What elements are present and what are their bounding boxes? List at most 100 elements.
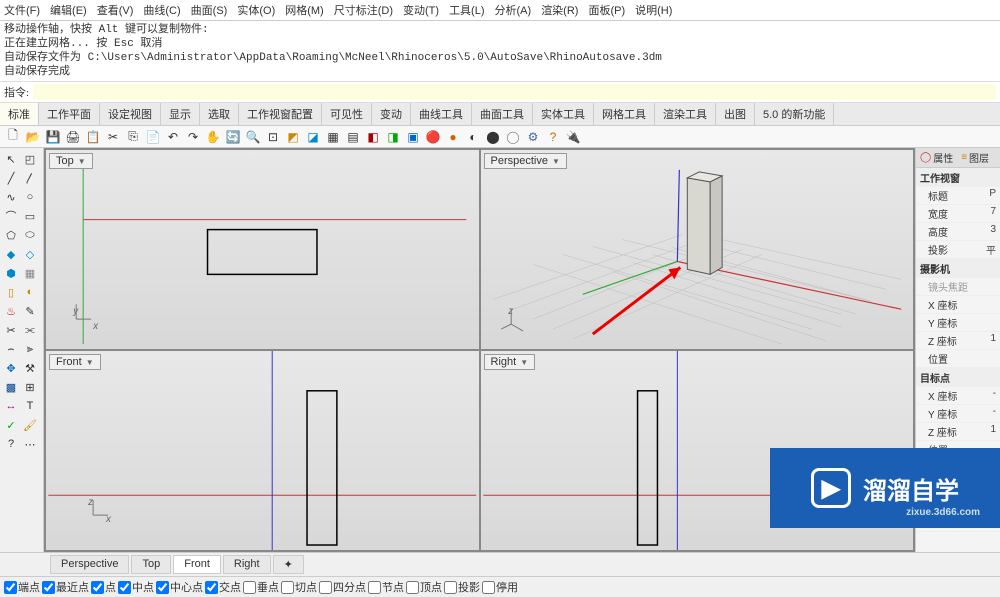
toolbar-tab[interactable]: 可见性	[322, 103, 372, 125]
solid-icon[interactable]: ⬢	[2, 264, 20, 282]
line-icon[interactable]: 〳	[21, 169, 39, 187]
osnap-item[interactable]: 端点	[4, 579, 40, 595]
cut-icon[interactable]: ✂	[104, 128, 122, 146]
osnap-item[interactable]: 点	[91, 579, 116, 595]
join-icon[interactable]: ⫘	[21, 321, 39, 339]
render-icon[interactable]: ●	[444, 128, 462, 146]
osnap-checkbox[interactable]	[406, 581, 419, 594]
menu-item[interactable]: 实体(O)	[237, 2, 275, 18]
osnap-item[interactable]: 最近点	[42, 579, 89, 595]
mesh-icon[interactable]: ▦	[21, 264, 39, 282]
ed-icon[interactable]: ✎	[21, 302, 39, 320]
cplane-icon[interactable]: ◧	[364, 128, 382, 146]
surf-icon[interactable]: ◆	[2, 245, 20, 263]
tool2-icon[interactable]: ⊞	[21, 378, 39, 396]
paint-icon[interactable]: 🖌	[21, 416, 39, 434]
osnap-checkbox[interactable]	[319, 581, 332, 594]
osnap-checkbox[interactable]	[156, 581, 169, 594]
pointer-icon[interactable]: ↖	[2, 150, 20, 168]
menu-item[interactable]: 曲面(S)	[191, 2, 228, 18]
toolbar-tab[interactable]: 曲面工具	[472, 103, 533, 125]
osnap-checkbox[interactable]	[444, 581, 457, 594]
osnap-item[interactable]: 四分点	[319, 579, 366, 595]
osnap-item[interactable]: 停用	[482, 579, 518, 595]
polygon-icon[interactable]: ⬠	[2, 226, 20, 244]
arc-icon[interactable]: ⌒	[2, 207, 20, 225]
viewport-top[interactable]: Top▼ y x	[46, 150, 479, 349]
toolbar-tab[interactable]: 变动	[372, 103, 411, 125]
osnap-checkbox[interactable]	[205, 581, 218, 594]
toolbar-tab[interactable]: 设定视图	[100, 103, 161, 125]
fillet-icon[interactable]: ⌢	[2, 340, 20, 358]
props-tab[interactable]: ◯属性	[916, 148, 957, 167]
wire-icon[interactable]: ⬤	[484, 128, 502, 146]
ghost-icon[interactable]: ◯	[504, 128, 522, 146]
que-icon[interactable]: ?	[2, 435, 20, 453]
array-icon[interactable]: ▩	[2, 378, 20, 396]
fire-icon[interactable]: ♨	[2, 302, 20, 320]
viewport-perspective[interactable]: Perspective▼	[481, 150, 914, 349]
new-icon[interactable]: 🗋	[4, 128, 22, 146]
menu-item[interactable]: 编辑(E)	[50, 2, 87, 18]
layers-tab[interactable]: ≡图层	[957, 148, 993, 167]
viewport-tab[interactable]: Perspective	[50, 555, 129, 574]
menu-item[interactable]: 分析(A)	[495, 2, 532, 18]
osnap-item[interactable]: 顶点	[406, 579, 442, 595]
osnap-checkbox[interactable]	[42, 581, 55, 594]
menu-item[interactable]: 查看(V)	[97, 2, 134, 18]
toolbar-tab[interactable]: 标准	[0, 103, 39, 125]
osnap-checkbox[interactable]	[91, 581, 104, 594]
help-icon[interactable]: ?	[544, 128, 562, 146]
offset-icon[interactable]: ⫸	[21, 340, 39, 358]
rect-icon[interactable]: ▭	[21, 207, 39, 225]
misc-icon[interactable]: ⋯	[21, 435, 39, 453]
menu-item[interactable]: 文件(F)	[4, 2, 40, 18]
shade-icon[interactable]: ◐	[464, 128, 482, 146]
menu-item[interactable]: 面板(P)	[588, 2, 625, 18]
viewport-tab[interactable]: Top	[131, 555, 171, 574]
opt-icon[interactable]: ⚙	[524, 128, 542, 146]
clipboard-icon[interactable]: 📋	[84, 128, 102, 146]
trim-icon[interactable]: ✂	[2, 321, 20, 339]
cp3-icon[interactable]: ▣	[404, 128, 422, 146]
toolbar-tab[interactable]: 曲线工具	[411, 103, 472, 125]
viewport-tab[interactable]: Front	[173, 555, 221, 574]
rotate-icon[interactable]: 🔄	[224, 128, 242, 146]
curve-icon[interactable]: ∿	[2, 188, 20, 206]
menu-item[interactable]: 渲染(R)	[541, 2, 578, 18]
toolbar-tab[interactable]: 工作视窗配置	[239, 103, 322, 125]
sel-icon[interactable]: ◩	[284, 128, 302, 146]
osnap-checkbox[interactable]	[4, 581, 17, 594]
surf2-icon[interactable]: ◇	[21, 245, 39, 263]
toolbar-tab[interactable]: 选取	[200, 103, 239, 125]
viewport-title-top[interactable]: Top▼	[49, 153, 93, 169]
osnap-item[interactable]: 交点	[205, 579, 241, 595]
dim-icon[interactable]: ↔	[2, 397, 20, 415]
add-viewport-icon[interactable]: ✦	[273, 555, 304, 574]
toolbar-tab[interactable]: 出图	[716, 103, 755, 125]
menu-item[interactable]: 变动(T)	[403, 2, 439, 18]
toolbar-tab[interactable]: 工作平面	[39, 103, 100, 125]
redo-icon[interactable]: ↷	[184, 128, 202, 146]
osnap-checkbox[interactable]	[281, 581, 294, 594]
grid-icon[interactable]: ▤	[344, 128, 362, 146]
osnap-checkbox[interactable]	[118, 581, 131, 594]
osnap-item[interactable]: 垂点	[243, 579, 279, 595]
viewport-tab[interactable]: Right	[223, 555, 271, 574]
command-input[interactable]	[33, 84, 996, 100]
revolve-icon[interactable]: ◐	[21, 283, 39, 301]
osnap-item[interactable]: 节点	[368, 579, 404, 595]
toolbar-tab[interactable]: 渲染工具	[655, 103, 716, 125]
ellipse-icon[interactable]: ⬭	[21, 226, 39, 244]
viewport-front[interactable]: Front▼ z x	[46, 351, 479, 550]
tool-icon[interactable]: ⚒	[21, 359, 39, 377]
sel2-icon[interactable]: ◪	[304, 128, 322, 146]
undo-icon[interactable]: ↶	[164, 128, 182, 146]
osnap-item[interactable]: 切点	[281, 579, 317, 595]
save-icon[interactable]: 💾	[44, 128, 62, 146]
layers-icon[interactable]: ▦	[324, 128, 342, 146]
copy-icon[interactable]: ⎘	[124, 128, 142, 146]
paste-icon[interactable]: 📄	[144, 128, 162, 146]
sphere-icon[interactable]: 🔴	[424, 128, 442, 146]
text-icon[interactable]: T	[21, 397, 39, 415]
